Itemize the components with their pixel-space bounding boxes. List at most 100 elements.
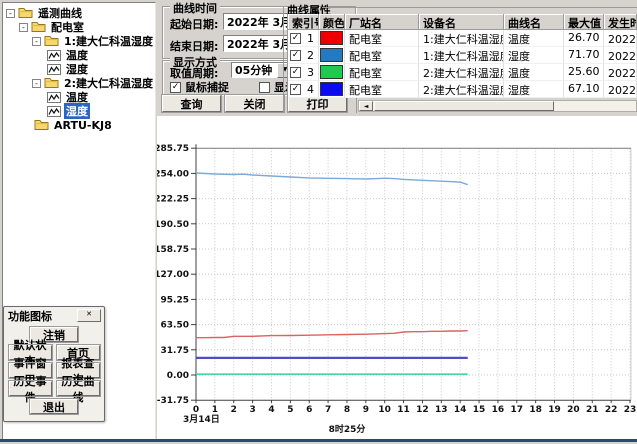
tree-item[interactable]: -2:建大仁科温湿度	[3, 76, 155, 90]
curve-color-swatch	[320, 48, 343, 62]
table-header-cell[interactable]: 最大值	[564, 14, 604, 30]
x-axis-label: 11	[397, 405, 410, 415]
x-axis-label: 8	[344, 405, 350, 415]
x-axis-label: 9	[363, 405, 369, 415]
function-panel-titlebar[interactable]: 功能图标 ✕	[4, 307, 104, 323]
max-value-cell: 71.70	[564, 47, 604, 64]
curve-time-group-label: 曲线时间	[170, 0, 220, 16]
table-row[interactable]: ✓3配电室2:建大仁科温湿度温度25.602022年3	[288, 64, 637, 81]
row-checkbox[interactable]: ✓	[290, 67, 301, 78]
cursor-time-label: 8时25分	[329, 423, 366, 435]
y-axis-label: -31.75	[157, 396, 189, 406]
query-button[interactable]: 查询	[162, 95, 221, 112]
chart-icon	[47, 106, 61, 117]
folder-icon	[18, 7, 33, 19]
folder-icon	[44, 35, 59, 47]
x-axis-label: 18	[529, 405, 542, 415]
close-button[interactable]: 关闭	[225, 95, 284, 112]
index-cell: ✓3	[288, 64, 319, 81]
table-header-cell[interactable]: 曲线名	[504, 14, 564, 30]
chart-icon	[47, 92, 61, 103]
function-icons-panel: 功能图标 ✕ 注销默认状态首页事件窗口报表查询历史事件历史曲线退出	[3, 306, 105, 422]
trend-chart: 285.75254.00222.25190.50158.75127.0095.2…	[157, 116, 637, 440]
main-window: { "ui_colors": {"background": "#d6d3ce",…	[0, 0, 637, 444]
checkbox-unchecked-icon[interactable]	[259, 82, 270, 93]
curve-color-swatch	[320, 65, 343, 79]
scroll-left-icon[interactable]: ◄	[359, 101, 373, 111]
sample-period-combo[interactable]: 05分钟 ▼	[231, 62, 295, 78]
tree-expander-icon[interactable]: -	[6, 9, 15, 18]
x-axis-label: 5	[287, 405, 293, 415]
device-cell: 1:建大仁科温湿度	[419, 30, 504, 47]
y-axis-label: 31.75	[161, 346, 189, 356]
x-axis-label: 2	[231, 405, 237, 415]
color-cell	[319, 81, 345, 98]
tree-item[interactable]: -1:建大仁科温湿度	[3, 34, 155, 48]
tree-expander-icon[interactable]: -	[32, 79, 41, 88]
x-axis-label: 16	[492, 405, 505, 415]
row-checkbox[interactable]: ✓	[290, 33, 301, 44]
device-cell: 1:建大仁科温湿度	[419, 47, 504, 64]
row-index: 1	[307, 32, 314, 45]
sample-period-value: 05分钟	[232, 62, 277, 78]
x-axis-label: 4	[268, 405, 274, 415]
y-axis-label: 254.00	[157, 169, 189, 179]
max-value-cell: 25.60	[564, 64, 604, 81]
mouse-capture-checkbox[interactable]: ✓ 鼠标捕捉	[170, 79, 229, 95]
x-axis-label: 17	[511, 405, 524, 415]
x-axis-label: 0	[193, 405, 199, 415]
tree-item[interactable]: ARTU-KJ8	[3, 118, 155, 132]
row-checkbox[interactable]: ✓	[290, 50, 301, 61]
table-row[interactable]: ✓1配电室1:建大仁科温湿度温度26.702022年3	[288, 30, 637, 47]
tree-expander-icon[interactable]: -	[19, 23, 28, 32]
close-icon[interactable]: ✕	[77, 309, 101, 322]
y-axis-label: 127.00	[157, 270, 189, 280]
time-cell: 2022年3	[604, 30, 637, 47]
tree-expander-icon[interactable]: -	[32, 37, 41, 46]
x-axis-label: 1	[212, 405, 218, 415]
tree-item-label: ARTU-KJ8	[52, 119, 114, 132]
function-button-历史事件[interactable]: 历史事件	[9, 381, 52, 396]
x-axis-label: 23	[624, 405, 637, 415]
function-button-历史曲线[interactable]: 历史曲线	[57, 381, 100, 396]
window-bottom-edge	[0, 439, 637, 442]
tree-item[interactable]: 温度	[3, 90, 155, 104]
table-header-cell[interactable]: 索引号	[288, 14, 319, 30]
y-axis-label: 158.75	[157, 245, 189, 255]
start-date-label: 起始日期:	[170, 16, 218, 32]
function-button-row: 历史事件历史曲线	[4, 381, 104, 396]
color-cell	[319, 47, 345, 64]
table-header-cell[interactable]: 发生时间	[604, 14, 637, 30]
tree-item[interactable]: 湿度	[3, 104, 155, 118]
tree-item[interactable]: 温度	[3, 48, 155, 62]
table-row[interactable]: ✓2配电室1:建大仁科温湿度湿度71.702022年3	[288, 47, 637, 64]
station-cell: 配电室	[345, 30, 419, 47]
table-header-cell[interactable]: 厂站名	[345, 14, 419, 30]
tree-item[interactable]: -遥测曲线	[3, 6, 155, 20]
function-button-退出[interactable]: 退出	[30, 399, 78, 414]
checkbox-checked-icon[interactable]: ✓	[170, 82, 181, 93]
tree-item-label: 湿度	[64, 103, 90, 119]
x-axis-label: 12	[416, 405, 429, 415]
curve-name-cell: 温度	[504, 30, 564, 47]
series-line	[196, 331, 468, 338]
series-line	[196, 173, 468, 185]
end-date-label: 结束日期:	[170, 38, 218, 54]
tree-item[interactable]: 湿度	[3, 62, 155, 76]
properties-h-scrollbar[interactable]: ◄	[358, 100, 637, 112]
curve-name-cell: 湿度	[504, 47, 564, 64]
x-axis-label: 20	[567, 405, 580, 415]
color-cell	[319, 30, 345, 47]
color-cell	[319, 64, 345, 81]
tree-item[interactable]: -配电室	[3, 20, 155, 34]
curve-properties-table: 索引号颜色厂站名设备名曲线名最大值发生时间✓1配电室1:建大仁科温湿度温度26.…	[287, 14, 637, 98]
table-header-cell[interactable]: 设备名	[419, 14, 504, 30]
x-axis-date-label: 3月14日	[183, 414, 220, 425]
curve-color-swatch	[320, 82, 343, 96]
folder-icon	[31, 21, 46, 33]
table-header-cell[interactable]: 颜色	[319, 14, 345, 30]
folder-icon	[34, 119, 49, 131]
table-row[interactable]: ✓4配电室2:建大仁科温湿度湿度67.102022年3	[288, 81, 637, 98]
scrollbar-thumb[interactable]	[374, 101, 554, 111]
row-checkbox[interactable]: ✓	[290, 84, 301, 95]
